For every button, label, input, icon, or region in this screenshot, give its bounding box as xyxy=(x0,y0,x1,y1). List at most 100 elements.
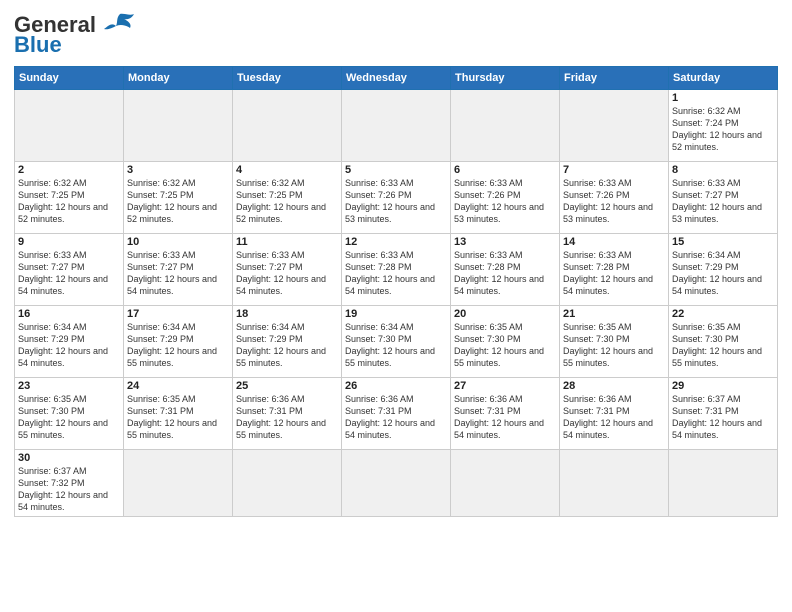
calendar-day-cell: 11Sunrise: 6:33 AM Sunset: 7:27 PM Dayli… xyxy=(233,234,342,306)
calendar-day-cell xyxy=(342,450,451,517)
day-sun-info: Sunrise: 6:35 AM Sunset: 7:31 PM Dayligh… xyxy=(127,393,229,442)
day-sun-info: Sunrise: 6:32 AM Sunset: 7:25 PM Dayligh… xyxy=(127,177,229,226)
calendar-day-cell: 9Sunrise: 6:33 AM Sunset: 7:27 PM Daylig… xyxy=(15,234,124,306)
day-sun-info: Sunrise: 6:35 AM Sunset: 7:30 PM Dayligh… xyxy=(563,321,665,370)
day-sun-info: Sunrise: 6:33 AM Sunset: 7:28 PM Dayligh… xyxy=(563,249,665,298)
calendar-day-cell: 13Sunrise: 6:33 AM Sunset: 7:28 PM Dayli… xyxy=(451,234,560,306)
day-sun-info: Sunrise: 6:36 AM Sunset: 7:31 PM Dayligh… xyxy=(345,393,447,442)
calendar-day-cell: 24Sunrise: 6:35 AM Sunset: 7:31 PM Dayli… xyxy=(124,378,233,450)
day-number: 23 xyxy=(18,380,120,392)
calendar-day-cell xyxy=(124,450,233,517)
day-sun-info: Sunrise: 6:33 AM Sunset: 7:28 PM Dayligh… xyxy=(345,249,447,298)
calendar-day-cell: 17Sunrise: 6:34 AM Sunset: 7:29 PM Dayli… xyxy=(124,306,233,378)
day-number: 6 xyxy=(454,164,556,176)
calendar-day-cell: 23Sunrise: 6:35 AM Sunset: 7:30 PM Dayli… xyxy=(15,378,124,450)
day-number: 13 xyxy=(454,236,556,248)
logo-bird-icon xyxy=(100,12,136,38)
calendar-day-cell: 28Sunrise: 6:36 AM Sunset: 7:31 PM Dayli… xyxy=(560,378,669,450)
calendar-day-cell: 30Sunrise: 6:37 AM Sunset: 7:32 PM Dayli… xyxy=(15,450,124,517)
day-sun-info: Sunrise: 6:35 AM Sunset: 7:30 PM Dayligh… xyxy=(454,321,556,370)
weekday-header-row: SundayMondayTuesdayWednesdayThursdayFrid… xyxy=(15,67,778,90)
day-number: 1 xyxy=(672,92,774,104)
calendar-day-cell xyxy=(15,90,124,162)
day-number: 20 xyxy=(454,308,556,320)
weekday-header-wednesday: Wednesday xyxy=(342,67,451,90)
day-sun-info: Sunrise: 6:36 AM Sunset: 7:31 PM Dayligh… xyxy=(236,393,338,442)
weekday-header-sunday: Sunday xyxy=(15,67,124,90)
weekday-header-tuesday: Tuesday xyxy=(233,67,342,90)
day-number: 11 xyxy=(236,236,338,248)
day-number: 2 xyxy=(18,164,120,176)
calendar-week-row: 16Sunrise: 6:34 AM Sunset: 7:29 PM Dayli… xyxy=(15,306,778,378)
day-sun-info: Sunrise: 6:33 AM Sunset: 7:27 PM Dayligh… xyxy=(18,249,120,298)
calendar-day-cell xyxy=(233,450,342,517)
calendar-day-cell: 21Sunrise: 6:35 AM Sunset: 7:30 PM Dayli… xyxy=(560,306,669,378)
calendar-day-cell: 3Sunrise: 6:32 AM Sunset: 7:25 PM Daylig… xyxy=(124,162,233,234)
day-sun-info: Sunrise: 6:33 AM Sunset: 7:27 PM Dayligh… xyxy=(672,177,774,226)
day-sun-info: Sunrise: 6:34 AM Sunset: 7:29 PM Dayligh… xyxy=(236,321,338,370)
day-sun-info: Sunrise: 6:36 AM Sunset: 7:31 PM Dayligh… xyxy=(563,393,665,442)
calendar-week-row: 30Sunrise: 6:37 AM Sunset: 7:32 PM Dayli… xyxy=(15,450,778,517)
day-sun-info: Sunrise: 6:35 AM Sunset: 7:30 PM Dayligh… xyxy=(18,393,120,442)
day-number: 5 xyxy=(345,164,447,176)
day-sun-info: Sunrise: 6:33 AM Sunset: 7:27 PM Dayligh… xyxy=(236,249,338,298)
calendar-week-row: 1Sunrise: 6:32 AM Sunset: 7:24 PM Daylig… xyxy=(15,90,778,162)
calendar-day-cell xyxy=(233,90,342,162)
calendar-day-cell xyxy=(451,90,560,162)
calendar-day-cell: 25Sunrise: 6:36 AM Sunset: 7:31 PM Dayli… xyxy=(233,378,342,450)
calendar-day-cell xyxy=(669,450,778,517)
calendar-day-cell xyxy=(124,90,233,162)
day-sun-info: Sunrise: 6:34 AM Sunset: 7:29 PM Dayligh… xyxy=(672,249,774,298)
calendar-day-cell: 5Sunrise: 6:33 AM Sunset: 7:26 PM Daylig… xyxy=(342,162,451,234)
calendar-day-cell: 16Sunrise: 6:34 AM Sunset: 7:29 PM Dayli… xyxy=(15,306,124,378)
day-sun-info: Sunrise: 6:34 AM Sunset: 7:30 PM Dayligh… xyxy=(345,321,447,370)
day-number: 27 xyxy=(454,380,556,392)
calendar-day-cell: 4Sunrise: 6:32 AM Sunset: 7:25 PM Daylig… xyxy=(233,162,342,234)
day-number: 16 xyxy=(18,308,120,320)
day-sun-info: Sunrise: 6:33 AM Sunset: 7:26 PM Dayligh… xyxy=(454,177,556,226)
day-number: 28 xyxy=(563,380,665,392)
day-number: 17 xyxy=(127,308,229,320)
calendar-day-cell xyxy=(560,450,669,517)
calendar-week-row: 23Sunrise: 6:35 AM Sunset: 7:30 PM Dayli… xyxy=(15,378,778,450)
day-sun-info: Sunrise: 6:34 AM Sunset: 7:29 PM Dayligh… xyxy=(127,321,229,370)
day-number: 15 xyxy=(672,236,774,248)
day-number: 12 xyxy=(345,236,447,248)
day-number: 24 xyxy=(127,380,229,392)
day-number: 21 xyxy=(563,308,665,320)
weekday-header-monday: Monday xyxy=(124,67,233,90)
day-number: 10 xyxy=(127,236,229,248)
calendar-day-cell: 27Sunrise: 6:36 AM Sunset: 7:31 PM Dayli… xyxy=(451,378,560,450)
day-number: 8 xyxy=(672,164,774,176)
day-number: 26 xyxy=(345,380,447,392)
day-number: 29 xyxy=(672,380,774,392)
day-sun-info: Sunrise: 6:33 AM Sunset: 7:26 PM Dayligh… xyxy=(563,177,665,226)
calendar-day-cell: 1Sunrise: 6:32 AM Sunset: 7:24 PM Daylig… xyxy=(669,90,778,162)
calendar-day-cell: 22Sunrise: 6:35 AM Sunset: 7:30 PM Dayli… xyxy=(669,306,778,378)
calendar-day-cell: 8Sunrise: 6:33 AM Sunset: 7:27 PM Daylig… xyxy=(669,162,778,234)
day-sun-info: Sunrise: 6:36 AM Sunset: 7:31 PM Dayligh… xyxy=(454,393,556,442)
calendar-day-cell: 6Sunrise: 6:33 AM Sunset: 7:26 PM Daylig… xyxy=(451,162,560,234)
calendar-week-row: 9Sunrise: 6:33 AM Sunset: 7:27 PM Daylig… xyxy=(15,234,778,306)
day-sun-info: Sunrise: 6:32 AM Sunset: 7:24 PM Dayligh… xyxy=(672,105,774,154)
weekday-header-thursday: Thursday xyxy=(451,67,560,90)
calendar-day-cell: 2Sunrise: 6:32 AM Sunset: 7:25 PM Daylig… xyxy=(15,162,124,234)
day-sun-info: Sunrise: 6:35 AM Sunset: 7:30 PM Dayligh… xyxy=(672,321,774,370)
calendar-day-cell: 14Sunrise: 6:33 AM Sunset: 7:28 PM Dayli… xyxy=(560,234,669,306)
calendar-day-cell: 7Sunrise: 6:33 AM Sunset: 7:26 PM Daylig… xyxy=(560,162,669,234)
calendar-day-cell xyxy=(342,90,451,162)
calendar-day-cell xyxy=(451,450,560,517)
logo-blue-text: Blue xyxy=(14,32,62,58)
day-sun-info: Sunrise: 6:37 AM Sunset: 7:31 PM Dayligh… xyxy=(672,393,774,442)
header: General Blue xyxy=(14,12,778,58)
day-number: 3 xyxy=(127,164,229,176)
day-sun-info: Sunrise: 6:33 AM Sunset: 7:27 PM Dayligh… xyxy=(127,249,229,298)
day-sun-info: Sunrise: 6:34 AM Sunset: 7:29 PM Dayligh… xyxy=(18,321,120,370)
day-number: 30 xyxy=(18,452,120,464)
day-number: 19 xyxy=(345,308,447,320)
weekday-header-saturday: Saturday xyxy=(669,67,778,90)
calendar-day-cell: 20Sunrise: 6:35 AM Sunset: 7:30 PM Dayli… xyxy=(451,306,560,378)
day-number: 9 xyxy=(18,236,120,248)
day-sun-info: Sunrise: 6:32 AM Sunset: 7:25 PM Dayligh… xyxy=(18,177,120,226)
calendar-day-cell: 29Sunrise: 6:37 AM Sunset: 7:31 PM Dayli… xyxy=(669,378,778,450)
